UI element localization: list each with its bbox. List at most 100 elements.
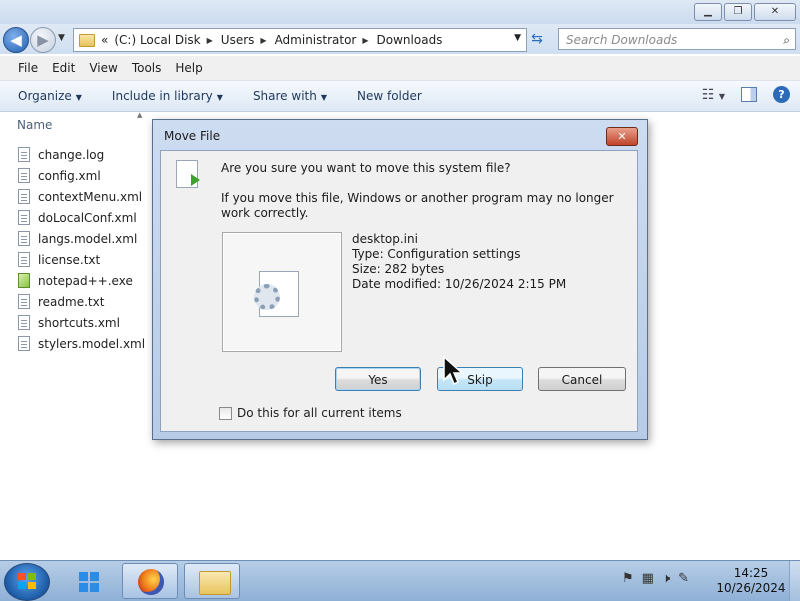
chevron-down-icon: ▼ [216, 93, 223, 102]
share-with-button[interactable]: Share with ▼ [253, 89, 327, 103]
folder-icon [79, 33, 95, 47]
dialog-title: Move File [164, 129, 221, 143]
breadcrumb-separator-icon[interactable]: ▶ [260, 36, 266, 45]
breadcrumb-users[interactable]: Users [221, 33, 255, 47]
list-item[interactable]: shortcuts.xml [18, 312, 145, 333]
text-file-icon [18, 168, 30, 183]
start-button[interactable] [4, 563, 50, 601]
dialog-question: Are you sure you want to move this syste… [221, 161, 511, 175]
dialog-close-button[interactable]: ✕ [606, 127, 638, 146]
close-window-button[interactable]: ✕ [754, 3, 796, 21]
search-icon[interactable]: ⌕ [783, 29, 790, 51]
file-name: notepad++.exe [38, 273, 133, 288]
search-input[interactable]: Search Downloads ⌕ [558, 28, 796, 50]
notepad-plus-plus-icon [18, 273, 30, 288]
file-name: doLocalConf.xml [38, 210, 137, 225]
preview-pane-icon[interactable] [741, 87, 757, 102]
address-overflow[interactable]: « [101, 33, 108, 47]
sort-arrow-icon: ▲ [137, 111, 143, 119]
menu-view[interactable]: View [89, 61, 117, 75]
taskbar-file-explorer[interactable] [184, 563, 240, 599]
menu-file[interactable]: File [18, 61, 38, 75]
dialog-warning: If you move this file, Windows or anothe… [221, 191, 614, 220]
file-name: contextMenu.xml [38, 189, 143, 204]
mouse-cursor-icon [443, 356, 464, 386]
menu-tools[interactable]: Tools [132, 61, 162, 75]
breadcrumb-local-disk[interactable]: (C:) Local Disk [114, 33, 200, 47]
list-item[interactable]: readme.txt [18, 291, 145, 312]
file-explorer-icon [199, 571, 231, 595]
refresh-icon[interactable]: ⇆ [528, 30, 546, 48]
breadcrumb-separator-icon[interactable]: ▶ [362, 36, 368, 45]
taskbar-firefox[interactable] [122, 563, 178, 599]
file-name: langs.model.xml [38, 231, 138, 246]
search-placeholder: Search Downloads [566, 33, 678, 47]
organize-label: Organize [18, 89, 72, 103]
tool-icon[interactable]: ✎ [678, 571, 689, 586]
system-tray: ⚑ ▦ 🕨 ✎ [622, 571, 689, 586]
apply-to-all-row[interactable]: Do this for all current items [219, 406, 402, 420]
show-desktop-button[interactable] [789, 561, 800, 601]
firefox-icon [138, 569, 164, 595]
action-center-icon[interactable]: ⚑ [622, 571, 634, 586]
cancel-button[interactable]: Cancel [538, 367, 626, 391]
back-button[interactable]: ◀ [3, 27, 29, 53]
text-file-icon [18, 189, 30, 204]
volume-muted-icon[interactable]: 🕨 [662, 571, 670, 586]
list-item[interactable]: license.txt [18, 249, 145, 270]
yes-button[interactable]: Yes [335, 367, 421, 391]
include-in-library-button[interactable]: Include in library ▼ [112, 89, 223, 103]
command-toolbar: Organize ▼ Include in library ▼ Share with… [0, 81, 800, 112]
move-file-dialog: Move File ✕ Are you sure you want to mov… [152, 119, 648, 440]
menu-edit[interactable]: Edit [52, 61, 75, 75]
breadcrumb-administrator[interactable]: Administrator [275, 33, 357, 47]
text-file-icon [18, 210, 30, 225]
include-in-library-label: Include in library [111, 89, 213, 103]
list-item[interactable]: config.xml [18, 165, 145, 186]
maximize-button[interactable]: ❐ [724, 3, 752, 21]
clock-time: 14:25 [733, 566, 769, 580]
address-bar[interactable]: « (C:) Local Disk ▶ Users ▶ Administrato… [73, 28, 527, 52]
chevron-down-icon: ▼ [75, 93, 82, 102]
new-folder-button[interactable]: New folder [357, 89, 422, 103]
list-item[interactable]: doLocalConf.xml [18, 207, 145, 228]
text-file-icon [18, 252, 30, 267]
green-arrow-icon [191, 174, 200, 186]
list-item[interactable]: langs.model.xml [18, 228, 145, 249]
clock[interactable]: 14:25 10/26/2024 [716, 566, 786, 596]
change-view-icon[interactable]: ☷ ▼ [702, 87, 725, 103]
text-file-icon [18, 336, 30, 351]
text-file-icon [18, 147, 30, 162]
apply-to-all-checkbox[interactable] [219, 406, 232, 420]
column-header-name[interactable]: Name [17, 118, 52, 132]
help-icon[interactable]: ? [773, 86, 790, 103]
recent-pages-dropdown-icon[interactable]: ▼ [58, 33, 65, 43]
file-details: desktop.ini Type: Configuration settings… [352, 232, 566, 292]
file-name: license.txt [38, 252, 101, 267]
chevron-down-icon: ▼ [320, 93, 327, 102]
taskbar-windows-tiles[interactable] [60, 563, 116, 599]
menu-help[interactable]: Help [175, 61, 202, 75]
list-item[interactable]: change.log [18, 144, 145, 165]
network-icon[interactable]: ▦ [642, 571, 654, 586]
file-detail-type: Type: Configuration settings [352, 247, 521, 261]
breadcrumb-separator-icon[interactable]: ▶ [207, 36, 213, 45]
file-name: shortcuts.xml [38, 315, 120, 330]
file-name: stylers.model.xml [38, 336, 146, 351]
list-item[interactable]: notepad++.exe [18, 270, 145, 291]
taskbar: ⚑ ▦ 🕨 ✎ 14:25 10/26/2024 [0, 560, 800, 601]
forward-button[interactable]: ▶ [30, 27, 56, 53]
windows-logo-icon [18, 573, 36, 589]
list-item[interactable]: contextMenu.xml [18, 186, 145, 207]
minimize-button[interactable]: ▁ [694, 3, 722, 21]
window-titlebar: ▁ ❐ ✕ [0, 0, 800, 26]
file-detail-name: desktop.ini [352, 232, 418, 246]
address-dropdown-icon[interactable]: ▼ [514, 33, 521, 43]
organize-button[interactable]: Organize ▼ [18, 89, 82, 103]
caption-buttons: ▁ ❐ ✕ [694, 3, 796, 21]
apply-to-all-label: Do this for all current items [237, 406, 402, 420]
list-item[interactable]: stylers.model.xml [18, 333, 145, 354]
config-file-icon [254, 271, 299, 317]
breadcrumb-downloads[interactable]: Downloads [377, 33, 443, 47]
toolbar-right-group: ☷ ▼ ? [702, 86, 790, 103]
